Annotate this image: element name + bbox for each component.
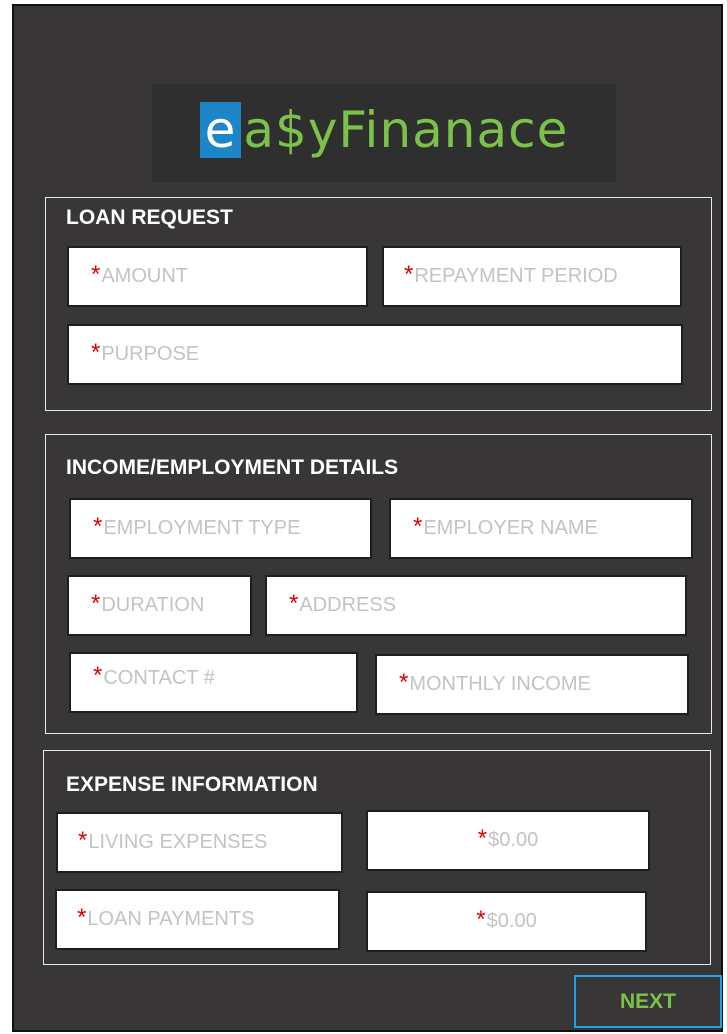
loan-payments-amount-field[interactable]: * $0.00: [366, 891, 647, 952]
monthly-income-placeholder: MONTHLY INCOME: [409, 673, 591, 695]
address-field[interactable]: * ADDRESS: [265, 575, 687, 636]
living-expenses-amount-field[interactable]: * $0.00: [366, 810, 650, 871]
loan-payments-field[interactable]: * LOAN PAYMENTS: [55, 889, 340, 950]
logo-text: a$yFinanace: [243, 101, 569, 159]
expense-title: EXPENSE INFORMATION: [66, 773, 318, 796]
living-expenses-field[interactable]: * LIVING EXPENSES: [56, 812, 343, 873]
logo-wordmark: e a$yFinanace: [152, 100, 616, 160]
purpose-placeholder: PURPOSE: [101, 343, 200, 365]
required-marker: *: [289, 589, 299, 617]
employment-title: INCOME/EMPLOYMENT DETAILS: [66, 456, 399, 479]
duration-placeholder: DURATION: [101, 594, 205, 616]
required-marker: *: [476, 905, 486, 933]
living-expenses-amount: $0.00: [488, 829, 539, 851]
required-marker: *: [93, 662, 103, 689]
required-marker: *: [91, 338, 101, 366]
repayment-period-placeholder: REPAYMENT PERIOD: [414, 265, 618, 287]
required-marker: *: [77, 903, 87, 931]
repayment-period-field[interactable]: * REPAYMENT PERIOD: [382, 246, 682, 307]
employment-type-placeholder: EMPLOYMENT TYPE: [103, 517, 301, 539]
brand-logo: e a$yFinanace: [152, 84, 616, 182]
contact-field[interactable]: * CONTACT #: [69, 652, 358, 713]
duration-field[interactable]: * DURATION: [67, 575, 252, 636]
required-marker: *: [93, 512, 103, 540]
purpose-field[interactable]: * PURPOSE: [67, 324, 683, 385]
employer-name-field[interactable]: * EMPLOYER NAME: [389, 498, 693, 559]
required-marker: *: [477, 824, 488, 852]
address-placeholder: ADDRESS: [299, 594, 397, 616]
logo-letter-e: e: [199, 102, 242, 158]
amount-field[interactable]: * AMOUNT: [67, 246, 368, 307]
contact-placeholder: CONTACT #: [103, 666, 215, 689]
required-marker: *: [404, 260, 414, 288]
living-expenses-label: LIVING EXPENSES: [88, 831, 268, 853]
required-marker: *: [91, 260, 101, 288]
employer-name-placeholder: EMPLOYER NAME: [423, 517, 598, 539]
required-marker: *: [78, 826, 88, 854]
loan-payments-amount: $0.00: [486, 910, 537, 932]
monthly-income-field[interactable]: * MONTHLY INCOME: [375, 654, 689, 715]
amount-placeholder: AMOUNT: [101, 265, 189, 287]
required-marker: *: [91, 589, 101, 617]
required-marker: *: [413, 512, 423, 540]
next-button[interactable]: NEXT: [574, 975, 722, 1028]
required-marker: *: [399, 668, 409, 696]
loan-payments-label: LOAN PAYMENTS: [87, 908, 255, 930]
loan-request-title: LOAN REQUEST: [66, 206, 233, 229]
employment-type-field[interactable]: * EMPLOYMENT TYPE: [69, 498, 372, 559]
